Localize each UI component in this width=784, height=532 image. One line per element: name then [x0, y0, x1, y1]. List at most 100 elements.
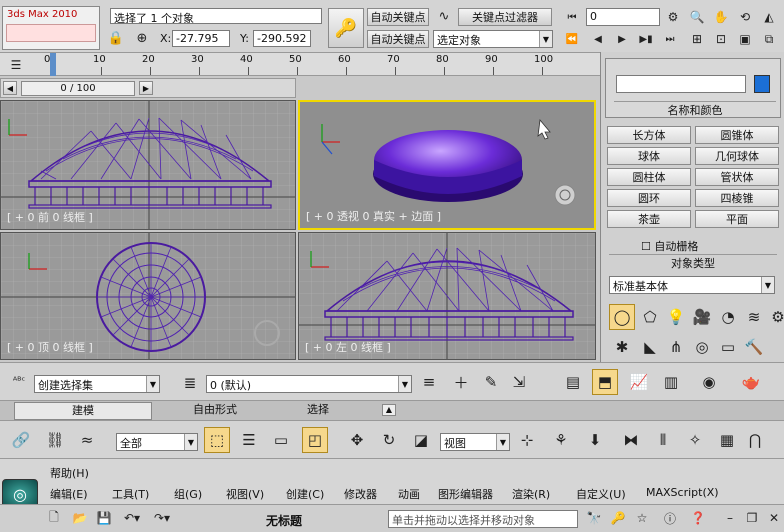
named-selection-icon[interactable]: ▦	[714, 427, 740, 453]
object-name-field[interactable]	[616, 75, 746, 93]
undo-icon[interactable]: ↶▾	[118, 507, 146, 529]
zoom-extents-icon[interactable]: ⊡	[710, 28, 732, 50]
menu-item[interactable]: 创建(C)	[286, 486, 324, 502]
next-frame-icon[interactable]: ▶▮	[636, 30, 656, 48]
slider-left-arrow-icon[interactable]: ◀	[3, 81, 17, 95]
ref-coord-dropdown[interactable]: 视图 ▼	[440, 433, 510, 451]
menu-item[interactable]: 工具(T)	[112, 486, 149, 502]
star-icon[interactable]: ☆	[632, 507, 652, 529]
go-to-start-icon[interactable]: ⏮	[562, 8, 582, 26]
select-object-icon[interactable]: ⬚	[204, 427, 230, 453]
object-type-button[interactable]: 茶壶	[607, 210, 691, 228]
viewport-top-label[interactable]: [ + 0 顶 0 线框 ]	[7, 339, 93, 355]
menu-item[interactable]: 渲染(R)	[512, 486, 550, 502]
schematic-icon[interactable]: ▥	[658, 369, 684, 395]
info-icon[interactable]: ⓘ	[660, 507, 680, 529]
rect-region-icon[interactable]: ▭	[268, 427, 294, 453]
maxscript-input[interactable]	[6, 24, 96, 42]
pan-icon[interactable]: ✋	[710, 6, 732, 28]
menu-item[interactable]: 编辑(E)	[50, 486, 88, 502]
coord-y-field[interactable]: -290.592	[253, 30, 311, 47]
ribbon-toggle-icon[interactable]: ▲	[382, 404, 396, 416]
menu-item[interactable]: 图形编辑器	[438, 486, 493, 502]
minimize-icon[interactable]: –	[720, 507, 740, 529]
unlink-icon[interactable]: ⛓	[42, 427, 68, 453]
new-layer-icon[interactable]: ≡	[416, 369, 442, 395]
viewport-front[interactable]: [ + 0 前 0 线框 ]	[0, 100, 296, 230]
pivot-center-icon[interactable]: ⊹	[514, 427, 540, 453]
mini-curve-editor-icon[interactable]: ☰	[6, 55, 26, 75]
display-tab-icon[interactable]: ▭	[715, 334, 741, 360]
abc-icon[interactable]: ᴬᴮᶜ	[8, 369, 30, 393]
save-file-icon[interactable]: 💾	[94, 507, 114, 529]
prev-frame-icon[interactable]: ◀	[588, 30, 608, 48]
new-file-icon[interactable]: 🗋	[44, 507, 64, 529]
systems-icon[interactable]: ⚙	[765, 304, 784, 330]
menu-item[interactable]: MAXScript(X)	[646, 486, 719, 499]
name-color-header[interactable]: 名称和颜色	[614, 101, 776, 117]
key-icon[interactable]: 🔑	[328, 8, 364, 48]
binoculars-icon[interactable]: 🔭	[584, 507, 604, 529]
menu-item[interactable]: 修改器	[344, 486, 377, 502]
utilities-tab-icon[interactable]: 🔨	[741, 334, 767, 360]
key-icon[interactable]: 🔑	[608, 507, 628, 529]
time-slider-thumb[interactable]: 0 / 100	[21, 81, 135, 96]
add-to-layer-icon[interactable]: ＋	[448, 369, 474, 395]
viewport-front-label[interactable]: [ + 0 前 0 线框 ]	[7, 209, 93, 225]
menu-item[interactable]: 组(G)	[174, 486, 202, 502]
scale-icon[interactable]: ◪	[408, 427, 434, 453]
orbit-icon[interactable]: ⟲	[734, 6, 756, 28]
key-filters-button[interactable]: 关键点过滤器	[458, 8, 552, 26]
object-type-button[interactable]: 球体	[607, 147, 691, 165]
tab-modeling[interactable]: 建模	[14, 402, 152, 420]
hierarchy-tab-icon[interactable]: ⋔	[663, 334, 689, 360]
zoom-all-icon[interactable]: ⊞	[686, 28, 708, 50]
time-slider-handle[interactable]	[50, 53, 56, 76]
motion-tab-icon[interactable]: ◎	[689, 334, 715, 360]
object-type-button[interactable]: 圆锥体	[695, 126, 779, 144]
rotate-icon[interactable]: ↻	[376, 427, 402, 453]
viewport-perspective-label[interactable]: [ + 0 透视 0 真实 + 边面 ]	[306, 208, 441, 224]
zoom-icon[interactable]: 🔍	[686, 6, 708, 28]
menu-item[interactable]: 视图(V)	[226, 486, 264, 502]
lock-icon[interactable]: 🔒	[106, 28, 126, 48]
helpers-icon[interactable]: ◔	[715, 304, 741, 330]
tab-freeform[interactable]: 自由形式	[180, 402, 250, 420]
window-crossing-icon[interactable]: ◰	[302, 427, 328, 453]
geometry-icon[interactable]: ◯	[609, 304, 635, 330]
redo-icon[interactable]: ↷▾	[148, 507, 176, 529]
space-warps-icon[interactable]: ≋	[741, 304, 767, 330]
menu-item[interactable]: 自定义(U)	[576, 486, 626, 502]
magnet-icon[interactable]: ⋂	[742, 427, 768, 453]
move-icon[interactable]: ✥	[344, 427, 370, 453]
layer-manager-icon[interactable]: ≣	[178, 371, 202, 395]
go-to-end-icon[interactable]: ⏭	[660, 30, 680, 48]
selection-filter-dropdown[interactable]: 全部 ▼	[116, 433, 198, 451]
autogrid-checkbox[interactable]: ☐ 自动栅格	[641, 238, 698, 254]
modify-tab-icon[interactable]: ◣	[637, 334, 663, 360]
prev-key-icon[interactable]: ⏪	[562, 30, 582, 48]
frame-field[interactable]: 0	[586, 8, 660, 26]
restore-icon[interactable]: ❐	[742, 507, 762, 529]
slider-right-arrow-icon[interactable]: ▶	[139, 81, 153, 95]
field-of-view-icon[interactable]: ◭	[758, 6, 780, 28]
create-tab-icon[interactable]: ✱	[609, 334, 635, 360]
tab-selection[interactable]: 选择	[298, 402, 338, 420]
viewport-perspective[interactable]: [ + 0 透视 0 真实 + 边面 ]	[298, 100, 596, 230]
viewport-left[interactable]: [ + 0 左 0 线框 ]	[298, 232, 596, 360]
material-editor-icon[interactable]: ◉	[696, 369, 722, 395]
cameras-icon[interactable]: 🎥	[689, 304, 715, 330]
graphite-icon[interactable]: ⬒	[592, 369, 618, 395]
maxscript-listener[interactable]: 3ds Max 2010	[2, 6, 100, 50]
viewport-left-label[interactable]: [ + 0 左 0 线框 ]	[305, 339, 391, 355]
absolute-mode-icon[interactable]: ⊕	[132, 28, 152, 48]
maximize-viewport-icon[interactable]: ⧉	[758, 28, 780, 50]
menu-help[interactable]: 帮助(H)	[50, 465, 89, 481]
play-icon[interactable]: ▶	[612, 30, 632, 48]
time-slider[interactable]: ◀ 0 / 100 ▶	[0, 78, 296, 98]
timeline-ruler[interactable]: ☰ 0 10 20 30 40 50 60 70 80 90 100	[0, 52, 600, 76]
selected-dropdown[interactable]: 选定对象 ▼	[433, 30, 553, 48]
viewport-top[interactable]: [ + 0 顶 0 线框 ]	[0, 232, 296, 360]
set-current-layer-icon[interactable]: ⇲	[506, 369, 532, 395]
select-manipulate-icon[interactable]: ⚘	[548, 427, 574, 453]
